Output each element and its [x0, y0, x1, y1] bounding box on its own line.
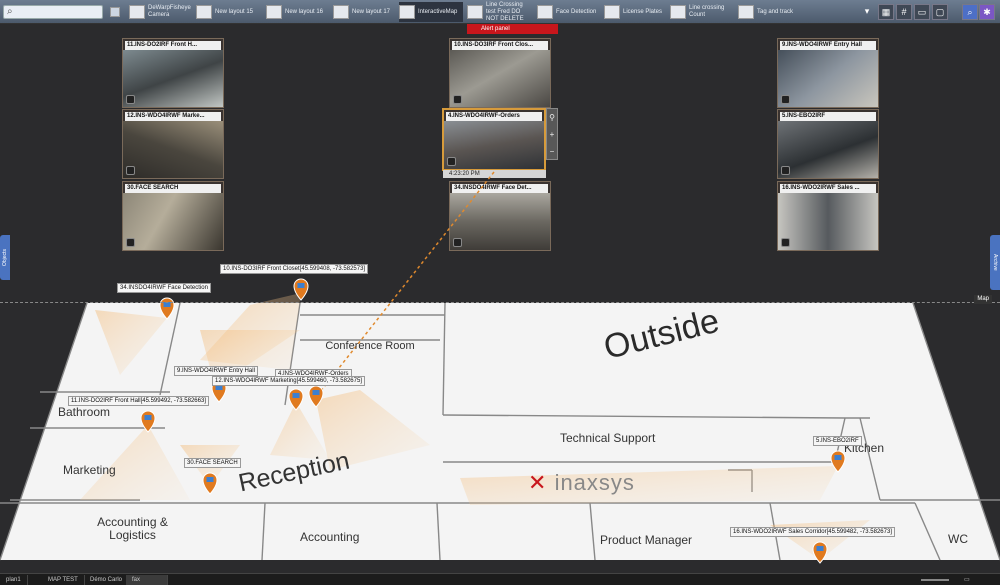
brand-logo: ✕ inaxsys	[528, 470, 635, 495]
room-accounting: Accounting	[300, 530, 360, 544]
map-camera-label[interactable]: 9.INS-WDO4IRWF Entry Hall	[174, 366, 258, 376]
map-camera-label[interactable]: 34.INSDO4IRWF Face Detection	[117, 283, 211, 293]
map-camera-label[interactable]: 30.FACE SEARCH	[184, 458, 241, 468]
room-marketing: Marketing	[63, 463, 116, 477]
map-panel-label[interactable]: Map	[974, 295, 992, 304]
room-wc: WC	[948, 532, 968, 546]
map-camera-label[interactable]: 16.INS-WDO2IRWF Sales Corridor[45.599482…	[730, 527, 895, 537]
map-camera-label[interactable]: 12.INS-WDO4IRWF Marketing[45.599460, -73…	[212, 376, 365, 386]
map-divider[interactable]	[0, 302, 1000, 303]
room-conference: Conference Room	[325, 340, 415, 352]
map-tabs-bar: plan1 MAP TEST Démo Carlo fax ▭	[0, 573, 1000, 585]
zoom-slider[interactable]	[915, 575, 955, 585]
map-camera-label[interactable]: 5.INS-EBO2IRF	[813, 436, 862, 446]
room-technical-support: Technical Support	[560, 431, 656, 445]
zoom-fit-icon[interactable]: ▭	[958, 575, 978, 585]
app-window: { "toolbar": { "search_placeholder": "",…	[0, 0, 1000, 585]
map-camera-label[interactable]: 11.INS-DO2IRF Front Hall[45.599492, -73.…	[68, 396, 209, 406]
room-product-manager: Product Manager	[600, 533, 693, 547]
map-tab-demo-carlo[interactable]: Démo Carlo	[84, 575, 130, 585]
brand-x-icon: ✕	[528, 470, 548, 495]
room-bathroom: Bathroom	[58, 405, 111, 419]
room-accounting-logistics: Accounting & Logistics	[97, 515, 168, 542]
map-tab-fax[interactable]: fax	[126, 575, 168, 585]
map-tab-plan1[interactable]: plan1	[0, 575, 28, 585]
map-camera-label[interactable]: 10.INS-DO3IRF Front Closet[45.599408, -7…	[220, 264, 369, 274]
map-tab-map-test[interactable]: MAP TEST	[42, 575, 85, 585]
